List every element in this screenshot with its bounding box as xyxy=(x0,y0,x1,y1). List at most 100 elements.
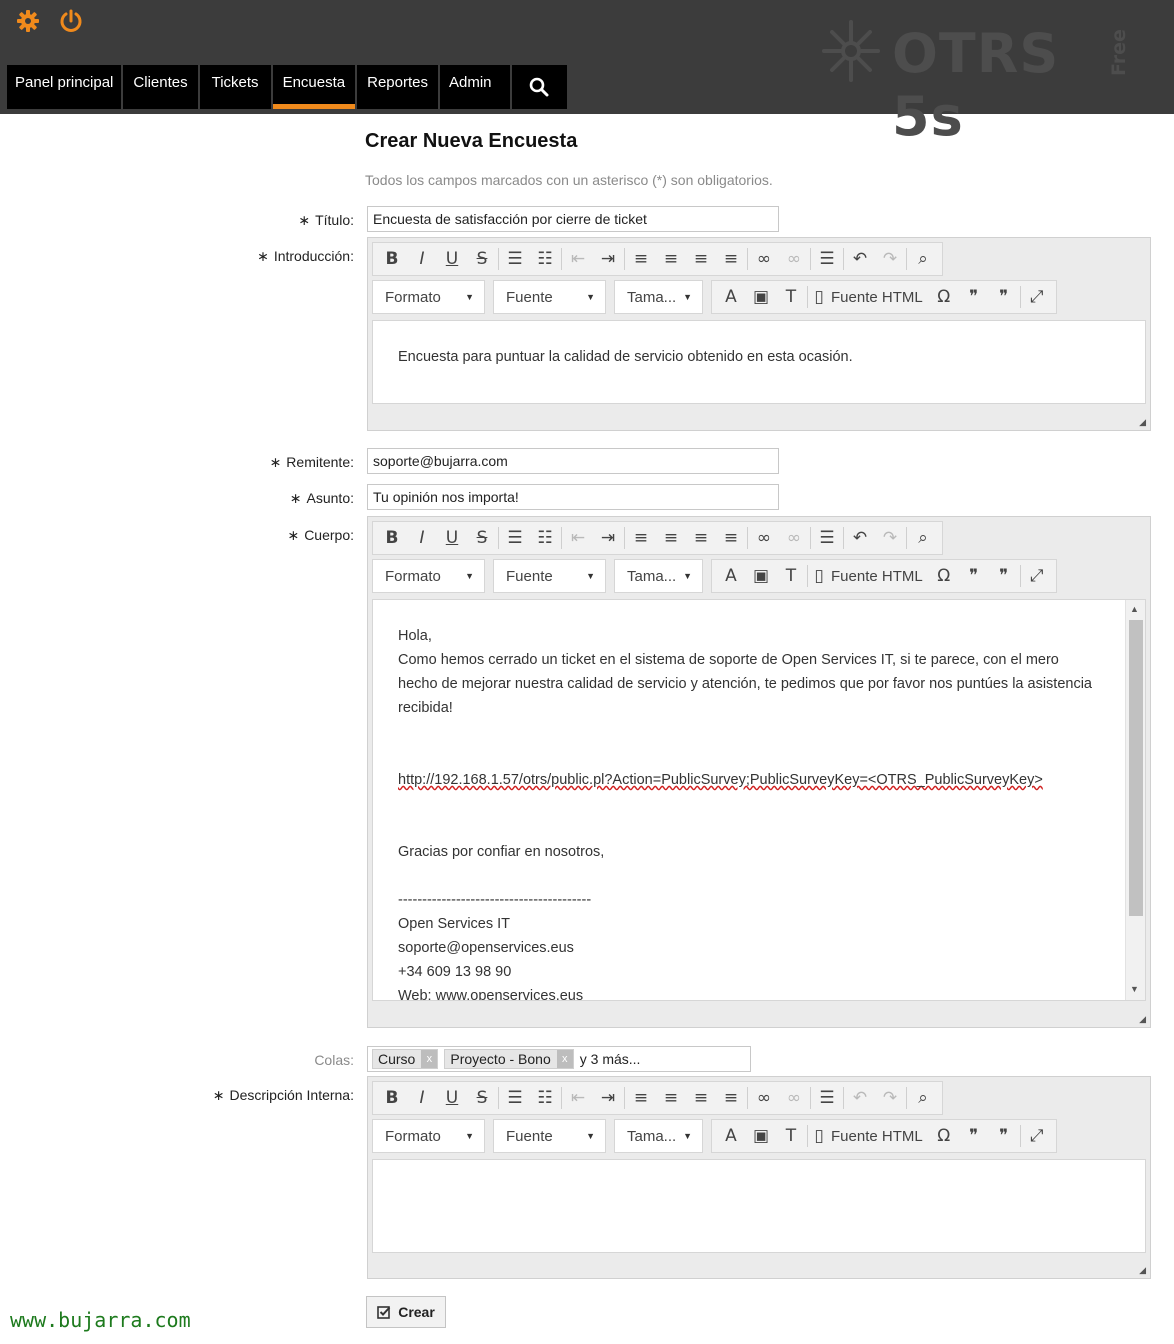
source-icon[interactable]: ▯ xyxy=(809,562,829,590)
unlink-icon[interactable]: ∞ xyxy=(779,1084,809,1112)
source-icon[interactable]: ▯ xyxy=(809,1122,829,1150)
unquote-icon[interactable]: ❞ xyxy=(989,1122,1019,1150)
find-icon[interactable]: ⌕ xyxy=(908,1084,938,1112)
align-center-icon[interactable]: ≡ xyxy=(656,1084,686,1112)
nav-reportes[interactable]: Reportes xyxy=(357,65,438,109)
unlink-icon[interactable]: ∞ xyxy=(779,245,809,273)
remove-format-icon[interactable]: T xyxy=(776,283,806,311)
maximize-icon[interactable]: ⤢ xyxy=(1022,1122,1052,1150)
text-color-icon[interactable]: A xyxy=(716,1122,746,1150)
find-icon[interactable]: ⌕ xyxy=(908,524,938,552)
unlink-icon[interactable]: ∞ xyxy=(779,524,809,552)
survey-link[interactable]: http://192.168.1.57/otrs/public.pl?Actio… xyxy=(398,772,1043,788)
special-char-icon[interactable]: Ω xyxy=(929,1122,959,1150)
align-center-icon[interactable]: ≡ xyxy=(656,245,686,273)
maximize-icon[interactable]: ⤢ xyxy=(1022,562,1052,590)
italic-button[interactable]: I xyxy=(407,1084,437,1112)
blockquote-icon[interactable]: ❞ xyxy=(959,1122,989,1150)
bulleted-list-icon[interactable]: ☷ xyxy=(530,1084,560,1112)
justify-icon[interactable]: ≡ xyxy=(716,1084,746,1112)
underline-button[interactable]: U xyxy=(437,1084,467,1112)
cuerpo-editor-body[interactable]: Hola, Como hemos cerrado un ticket en el… xyxy=(372,599,1146,1001)
strikethrough-button[interactable]: S xyxy=(467,1084,497,1112)
text-color-icon[interactable]: A xyxy=(716,562,746,590)
resize-handle-icon[interactable]: ◢ xyxy=(1139,1014,1146,1025)
bold-button[interactable]: B xyxy=(377,524,407,552)
maximize-icon[interactable]: ⤢ xyxy=(1022,283,1052,311)
nav-admin[interactable]: Admin xyxy=(439,65,510,109)
underline-button[interactable]: U xyxy=(437,524,467,552)
scroll-up-icon[interactable]: ▲ xyxy=(1130,604,1139,614)
undo-icon[interactable]: ↶ xyxy=(845,524,875,552)
gear-icon[interactable] xyxy=(15,8,41,34)
remove-tag-icon[interactable]: x xyxy=(421,1050,438,1068)
titulo-input[interactable] xyxy=(367,206,779,232)
numbered-list-icon[interactable]: ☰ xyxy=(500,1084,530,1112)
bold-button[interactable]: B xyxy=(377,245,407,273)
introduccion-editor-body[interactable]: Encuesta para puntuar la calidad de serv… xyxy=(372,320,1146,404)
background-color-icon[interactable]: ▣ xyxy=(746,283,776,311)
remitente-input[interactable] xyxy=(367,448,779,474)
font-select[interactable]: Fuente ▼ xyxy=(493,280,606,314)
format-select[interactable]: Formato ▼ xyxy=(372,1119,485,1153)
blockquote-icon[interactable]: ❞ xyxy=(959,562,989,590)
link-icon[interactable]: ∞ xyxy=(749,1084,779,1112)
horizontal-rule-icon[interactable]: ☰ xyxy=(812,524,842,552)
italic-button[interactable]: I xyxy=(407,245,437,273)
indent-icon[interactable]: ⇥ xyxy=(593,1084,623,1112)
redo-icon[interactable]: ↷ xyxy=(875,245,905,273)
size-select[interactable]: Tama... ▼ xyxy=(614,1119,703,1153)
background-color-icon[interactable]: ▣ xyxy=(746,562,776,590)
find-icon[interactable]: ⌕ xyxy=(908,245,938,273)
resize-handle-icon[interactable]: ◢ xyxy=(1139,417,1146,428)
special-char-icon[interactable]: Ω xyxy=(929,562,959,590)
outdent-icon[interactable]: ⇤ xyxy=(563,524,593,552)
align-left-icon[interactable]: ≡ xyxy=(626,524,656,552)
remove-format-icon[interactable]: T xyxy=(776,1122,806,1150)
unquote-icon[interactable]: ❞ xyxy=(989,283,1019,311)
justify-icon[interactable]: ≡ xyxy=(716,524,746,552)
size-select[interactable]: Tama... ▼ xyxy=(614,280,703,314)
bold-button[interactable]: B xyxy=(377,1084,407,1112)
link-icon[interactable]: ∞ xyxy=(749,524,779,552)
power-icon[interactable] xyxy=(58,8,84,34)
scroll-down-icon[interactable]: ▼ xyxy=(1130,984,1139,994)
special-char-icon[interactable]: Ω xyxy=(929,283,959,311)
link-icon[interactable]: ∞ xyxy=(749,245,779,273)
resize-handle-icon[interactable]: ◢ xyxy=(1139,1265,1146,1276)
scroll-thumb[interactable] xyxy=(1129,620,1143,916)
nav-search-button[interactable] xyxy=(511,65,567,109)
align-right-icon[interactable]: ≡ xyxy=(686,245,716,273)
horizontal-rule-icon[interactable]: ☰ xyxy=(812,1084,842,1112)
justify-icon[interactable]: ≡ xyxy=(716,245,746,273)
html-source-button[interactable]: Fuente HTML xyxy=(829,1128,929,1145)
font-select[interactable]: Fuente ▼ xyxy=(493,559,606,593)
text-color-icon[interactable]: A xyxy=(716,283,746,311)
asunto-input[interactable] xyxy=(367,484,779,510)
remove-format-icon[interactable]: T xyxy=(776,562,806,590)
blockquote-icon[interactable]: ❞ xyxy=(959,283,989,311)
source-icon[interactable]: ▯ xyxy=(809,283,829,311)
background-color-icon[interactable]: ▣ xyxy=(746,1122,776,1150)
horizontal-rule-icon[interactable]: ☰ xyxy=(812,245,842,273)
numbered-list-icon[interactable]: ☰ xyxy=(500,245,530,273)
undo-icon[interactable]: ↶ xyxy=(845,1084,875,1112)
nav-clientes[interactable]: Clientes xyxy=(123,65,198,109)
format-select[interactable]: Formato ▼ xyxy=(372,559,485,593)
bulleted-list-icon[interactable]: ☷ xyxy=(530,245,560,273)
outdent-icon[interactable]: ⇤ xyxy=(563,245,593,273)
size-select[interactable]: Tama... ▼ xyxy=(614,559,703,593)
align-right-icon[interactable]: ≡ xyxy=(686,1084,716,1112)
format-select[interactable]: Formato ▼ xyxy=(372,280,485,314)
outdent-icon[interactable]: ⇤ xyxy=(563,1084,593,1112)
colas-tag-input[interactable]: Curso x Proyecto - Bono x y 3 más... xyxy=(367,1046,751,1072)
nav-panel-principal[interactable]: Panel principal xyxy=(7,65,122,109)
bulleted-list-icon[interactable]: ☷ xyxy=(530,524,560,552)
html-source-button[interactable]: Fuente HTML xyxy=(829,568,929,585)
crear-button[interactable]: Crear xyxy=(366,1296,446,1328)
align-center-icon[interactable]: ≡ xyxy=(656,524,686,552)
align-left-icon[interactable]: ≡ xyxy=(626,245,656,273)
strikethrough-button[interactable]: S xyxy=(467,524,497,552)
undo-icon[interactable]: ↶ xyxy=(845,245,875,273)
redo-icon[interactable]: ↷ xyxy=(875,524,905,552)
